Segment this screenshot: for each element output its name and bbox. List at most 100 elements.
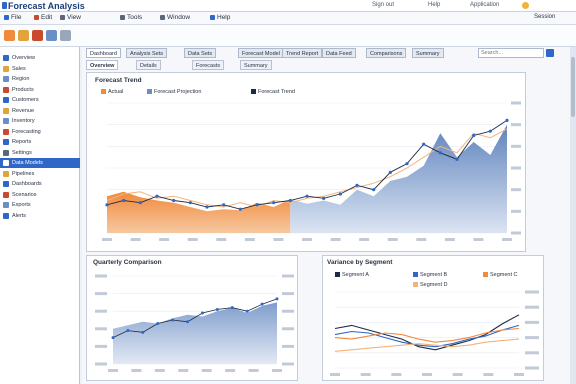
sidebar-item-sales[interactable]: Sales — [0, 64, 80, 74]
sidebar-item-dashboards[interactable]: Dashboards — [0, 179, 80, 189]
user-avatar[interactable] — [522, 2, 529, 9]
tab-data-feed[interactable]: Data Feed — [322, 48, 356, 58]
tab-analysis-sets[interactable]: Analysis Sets — [126, 48, 168, 58]
sidebar-item-reports[interactable]: Reports — [0, 137, 80, 147]
sidebar-item-overview[interactable]: Overview — [0, 53, 80, 63]
sidebar-item-icon — [3, 149, 9, 156]
help-link[interactable]: Help — [428, 2, 440, 8]
data-point — [405, 162, 409, 166]
sidebar-item-label: Reports — [12, 139, 32, 145]
menu-window[interactable]: Window — [160, 14, 190, 21]
data-point — [338, 192, 342, 196]
subtab-details[interactable]: Details — [136, 60, 161, 70]
sidebar-item-pipelines[interactable]: Pipelines — [0, 169, 80, 179]
data-point — [215, 307, 219, 311]
x-tick-label — [154, 369, 165, 372]
tab-data-sets[interactable]: Data Sets — [184, 48, 217, 58]
sidebar-item-icon — [3, 118, 9, 124]
sidebar-item-inventory[interactable]: Inventory — [0, 116, 80, 126]
home-icon[interactable] — [4, 30, 15, 41]
sidebar-item-data-models[interactable]: Data Models — [0, 158, 80, 168]
data-point — [305, 194, 309, 198]
menu-edit[interactable]: Edit — [34, 14, 52, 21]
sidebar-item-label: Settings — [12, 149, 32, 156]
x-tick-label — [502, 238, 512, 241]
save-icon[interactable] — [32, 30, 43, 41]
sidebar-item-region[interactable]: Region — [0, 74, 80, 84]
sign-out-link[interactable]: Sign out — [372, 2, 394, 8]
sidebar-item-icon — [3, 212, 9, 219]
subtab-overview[interactable]: Overview — [86, 60, 119, 70]
y-tick-label — [282, 274, 294, 278]
subtab-summary[interactable]: Summary — [240, 60, 272, 70]
sidebar-item-label: Customers — [12, 97, 39, 103]
view-icon — [60, 14, 65, 20]
data-point — [171, 318, 175, 322]
y-tick-label — [511, 166, 521, 170]
sidebar-item-icon — [3, 76, 9, 82]
data-point — [422, 142, 426, 146]
data-point — [105, 203, 109, 207]
data-point — [288, 198, 292, 203]
y-tick-label — [511, 144, 521, 148]
menu-help[interactable]: Help — [210, 14, 230, 21]
x-tick-label — [248, 369, 259, 372]
sidebar-item-label: Revenue — [12, 107, 35, 114]
y-tick-label-left — [95, 362, 107, 366]
x-tick-label — [359, 238, 370, 241]
close-icon[interactable] — [546, 49, 554, 57]
menu-label: Tools — [127, 14, 143, 21]
sidebar-item-alerts[interactable]: Alerts — [0, 211, 80, 221]
tab-forecast-model[interactable]: Forecast Model — [238, 48, 284, 58]
x-tick-label — [187, 238, 198, 241]
tab-dashboard[interactable]: Dashboard — [86, 48, 121, 58]
tab-trend-report[interactable]: Trend Report — [282, 48, 323, 58]
vertical-scrollbar[interactable] — [570, 47, 576, 384]
print-icon[interactable] — [46, 30, 57, 41]
sidebar-item-customers[interactable]: Customers — [0, 95, 80, 105]
x-tick-label — [387, 238, 398, 241]
sidebar-item-forecasting[interactable]: Forecasting — [0, 127, 80, 137]
tab-summary[interactable]: Summary — [412, 48, 444, 58]
menu-label: View — [67, 14, 81, 21]
app-logo-icon — [2, 2, 7, 9]
subtab-forecasts[interactable]: Forecasts — [192, 60, 225, 70]
x-tick-label — [416, 238, 427, 241]
sidebar-item-scenarios[interactable]: Scenarios — [0, 190, 80, 200]
refresh-icon[interactable] — [60, 30, 71, 41]
menu-view[interactable]: View — [60, 14, 81, 21]
main-chart-panel: Forecast Trend Actual Forecast Projectio… — [86, 72, 526, 252]
x-tick-label — [108, 369, 118, 372]
sidebar-item-icon — [3, 86, 9, 93]
menu-file[interactable]: File — [4, 14, 21, 21]
quarterly-panel: Quarterly Comparison — [86, 255, 298, 381]
data-point — [388, 170, 392, 174]
x-tick-label — [330, 238, 341, 241]
x-tick-label — [330, 373, 340, 376]
menu-tools[interactable]: Tools — [120, 14, 142, 21]
main-chart — [102, 101, 521, 241]
scrollbar-thumb[interactable] — [571, 57, 575, 117]
sidebar-item-icon — [3, 128, 9, 135]
y-tick-label — [525, 320, 539, 324]
sidebar-item-revenue[interactable]: Revenue — [0, 106, 80, 116]
sidebar-item-icon — [3, 107, 9, 114]
data-point — [126, 329, 130, 333]
data-point — [188, 201, 192, 205]
sidebar-item-exports[interactable]: Exports — [0, 200, 80, 210]
folder-icon[interactable] — [18, 30, 29, 41]
y-tick-label — [511, 123, 521, 127]
y-tick-label — [525, 305, 539, 309]
search-input[interactable] — [478, 48, 544, 58]
session-badge: Session — [534, 14, 556, 20]
x-tick-label — [360, 373, 371, 376]
tab-comparisons[interactable]: Comparisons — [366, 48, 407, 58]
actual-area-blue — [290, 124, 507, 233]
sidebar-item-products[interactable]: Products — [0, 85, 80, 95]
y-tick-label-left — [95, 292, 107, 296]
actual-area-orange — [107, 191, 291, 233]
application-link[interactable]: Application — [470, 2, 499, 8]
data-point — [260, 302, 264, 306]
sidebar-item-settings[interactable]: Settings — [0, 148, 80, 158]
data-point — [155, 194, 159, 198]
